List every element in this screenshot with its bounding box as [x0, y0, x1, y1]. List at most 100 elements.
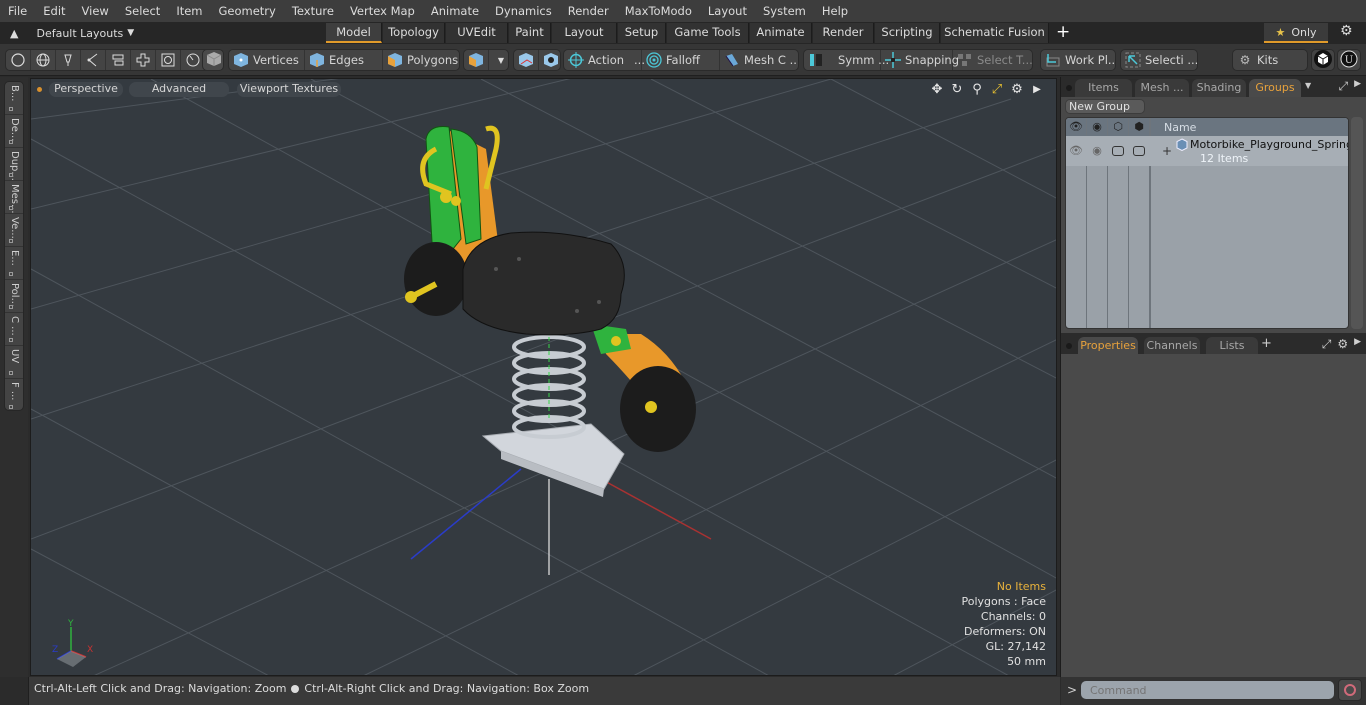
kits-button[interactable]: ⚙ Kits: [1232, 49, 1308, 71]
symmetry-cube-button[interactable]: [514, 50, 539, 70]
collapse-arrow-icon[interactable]: ▲: [10, 23, 18, 44]
menu-item[interactable]: Item: [168, 0, 210, 22]
zoom-search-icon[interactable]: ⚲: [970, 82, 984, 97]
tab-paint[interactable]: Paint: [509, 23, 551, 43]
default-layouts-dropdown[interactable]: ▲ Default Layouts ▼: [10, 22, 134, 44]
left-tab-vertex[interactable]: Ve...: [5, 214, 23, 247]
edges-button[interactable]: Edges: [305, 50, 383, 70]
left-tab-mesh[interactable]: Mes...: [5, 181, 23, 214]
menu-system[interactable]: System: [755, 0, 814, 22]
view-mode-button[interactable]: Perspective: [49, 82, 123, 97]
tab-mesh[interactable]: Mesh ...: [1135, 79, 1189, 97]
left-tab-edge[interactable]: E...: [5, 247, 23, 280]
group-name[interactable]: Motorbike_Playground_Spring...: [1190, 138, 1348, 151]
menu-dynamics[interactable]: Dynamics: [487, 0, 560, 22]
symmetry-button[interactable]: Symm ...: [804, 50, 889, 70]
left-tab-deform[interactable]: De...: [5, 115, 23, 148]
tab-items[interactable]: Items: [1075, 79, 1132, 97]
globe-button[interactable]: [31, 50, 56, 70]
menu-render[interactable]: Render: [560, 0, 617, 22]
record-button[interactable]: [1338, 679, 1362, 701]
tab-topology[interactable]: Topology: [383, 23, 445, 43]
row-select-checkbox[interactable]: [1133, 146, 1145, 156]
panel-menu-dot[interactable]: [1066, 85, 1072, 91]
eye-header-icon[interactable]: 👁: [1066, 120, 1086, 133]
menu-file[interactable]: File: [0, 0, 35, 22]
tab-scripting[interactable]: Scripting: [875, 23, 940, 43]
expand-panel-icon[interactable]: ⤢: [1322, 337, 1332, 352]
panel-menu-dot[interactable]: [1066, 343, 1072, 349]
tab-layout[interactable]: Layout: [552, 23, 617, 43]
expand-panel-icon[interactable]: ⤢: [1338, 79, 1348, 94]
menu-maxtomodo[interactable]: MaxToModo: [617, 0, 700, 22]
left-tab-duplicate[interactable]: Dup...: [5, 148, 23, 181]
left-tab-uv[interactable]: UV: [5, 346, 23, 379]
row-camera-icon[interactable]: ◉: [1087, 144, 1107, 157]
menu-edit[interactable]: Edit: [35, 0, 73, 22]
polygons-button[interactable]: Polygons: [383, 50, 459, 70]
cube-solid-header-icon[interactable]: ⬢: [1129, 120, 1149, 133]
cube-outline-header-icon[interactable]: ⬡: [1108, 120, 1128, 133]
unreal-button[interactable]: U: [1337, 49, 1361, 71]
menu-help[interactable]: Help: [814, 0, 856, 22]
pivot-cube-button[interactable]: [539, 50, 560, 70]
falloff-button[interactable]: Falloff: [642, 50, 720, 70]
new-group-button[interactable]: New Group: [1065, 99, 1145, 114]
row-eye-icon[interactable]: 👁: [1066, 144, 1086, 157]
mode-dropdown-button[interactable]: ▼: [489, 50, 508, 70]
frame-button[interactable]: [156, 50, 181, 70]
only-toggle[interactable]: ★ Only: [1264, 23, 1328, 43]
tab-model[interactable]: Model: [326, 23, 382, 43]
align-button[interactable]: [106, 50, 131, 70]
select-through-button[interactable]: Select T...: [953, 50, 1032, 70]
left-tab-fusion[interactable]: F ...: [5, 379, 23, 412]
tab-properties[interactable]: Properties: [1078, 337, 1138, 355]
left-tab-curve[interactable]: C ...: [5, 313, 23, 346]
tab-groups[interactable]: Groups: [1249, 79, 1301, 97]
panel-arrow-icon[interactable]: ▶: [1354, 79, 1361, 94]
add-tab-button[interactable]: +: [1056, 22, 1072, 42]
tab-uvedit[interactable]: UVEdit: [446, 23, 508, 43]
viewport-textures-button[interactable]: Viewport Textures: [237, 82, 341, 97]
bezier-button[interactable]: [81, 50, 106, 70]
material-mode-button[interactable]: [464, 50, 489, 70]
item-mode-button[interactable]: [202, 49, 224, 71]
pen-button[interactable]: [56, 50, 81, 70]
tabs-dropdown-icon[interactable]: ▼: [1305, 81, 1311, 90]
shading-mode-button[interactable]: Advanced: [129, 82, 229, 97]
panel-gear-icon[interactable]: ⚙: [1337, 337, 1348, 352]
menu-animate[interactable]: Animate: [423, 0, 487, 22]
tab-render[interactable]: Render: [813, 23, 874, 43]
3d-viewport[interactable]: Y X Z Perspective Advanced Viewport Text…: [30, 78, 1057, 676]
expand-group-button[interactable]: +: [1162, 144, 1172, 158]
work-plane-button[interactable]: Work Pl...: [1040, 49, 1116, 71]
vertices-button[interactable]: Vertices: [229, 50, 305, 70]
command-input[interactable]: [1081, 681, 1334, 699]
panel-arrow-icon[interactable]: ▶: [1354, 337, 1361, 352]
menu-vertex-map[interactable]: Vertex Map: [342, 0, 423, 22]
viewport-gear-icon[interactable]: ⚙: [1010, 82, 1024, 97]
action-center-button[interactable]: Action...: [564, 50, 645, 70]
rotate-icon[interactable]: ↻: [950, 82, 964, 97]
mesh-constraint-button[interactable]: Mesh C ...: [720, 50, 798, 70]
menu-layout[interactable]: Layout: [700, 0, 755, 22]
tab-animate[interactable]: Animate: [750, 23, 812, 43]
gear-icon[interactable]: ⚙: [1340, 23, 1353, 39]
tab-schematic-fusion[interactable]: Schematic Fusion: [941, 23, 1049, 43]
tab-channels[interactable]: Channels: [1144, 337, 1200, 355]
tab-shading[interactable]: Shading: [1192, 79, 1246, 97]
circle-select-button[interactable]: [6, 50, 31, 70]
menu-view[interactable]: View: [74, 0, 117, 22]
cube-app-button[interactable]: [1311, 49, 1335, 71]
maximize-icon[interactable]: ⤢: [990, 82, 1004, 97]
viewport-menu-dot[interactable]: [37, 87, 42, 92]
add-panel-tab-button[interactable]: +: [1261, 336, 1272, 351]
left-tab-basic[interactable]: B...: [5, 82, 23, 115]
row-lock-checkbox[interactable]: [1112, 146, 1124, 156]
groups-scrollbar[interactable]: [1351, 117, 1363, 329]
tab-setup[interactable]: Setup: [618, 23, 666, 43]
menu-select[interactable]: Select: [117, 0, 168, 22]
uv-unwrap-button[interactable]: [131, 50, 156, 70]
tab-game-tools[interactable]: Game Tools: [667, 23, 749, 43]
move-pan-icon[interactable]: ✥: [930, 82, 944, 97]
